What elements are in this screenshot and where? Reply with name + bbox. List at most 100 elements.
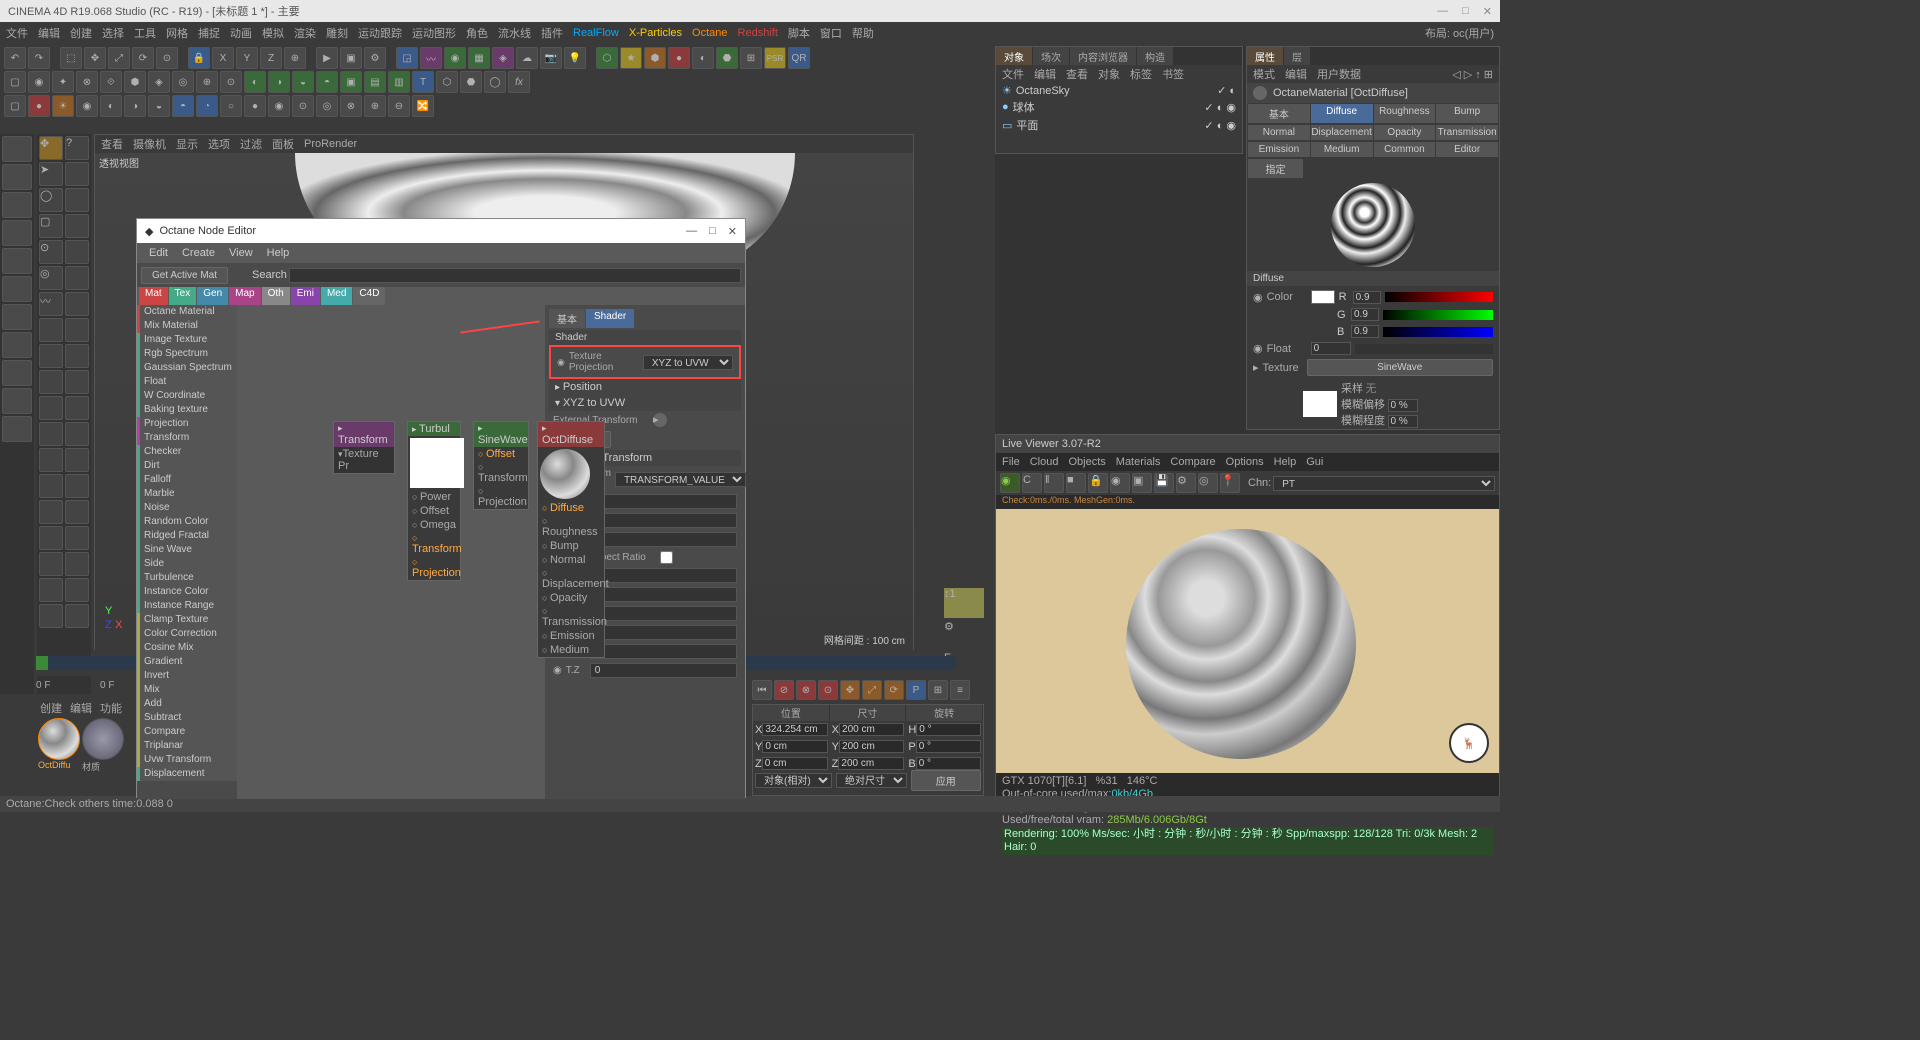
- qr-icon[interactable]: QR: [788, 47, 810, 69]
- node-list-item[interactable]: Dirt: [137, 459, 237, 473]
- undo-icon[interactable]: ↶: [4, 47, 26, 69]
- orow3-icon[interactable]: ◐: [100, 95, 122, 117]
- obj-menu-file[interactable]: 文件: [1002, 66, 1024, 82]
- attr-tab-trans[interactable]: Transmission: [1436, 125, 1498, 140]
- ty-input[interactable]: [590, 644, 737, 659]
- sphere3-icon[interactable]: ◉: [268, 95, 290, 117]
- ne-minimize-icon[interactable]: —: [686, 225, 697, 238]
- record-icon[interactable]: ●: [28, 95, 50, 117]
- lv-menu-compare[interactable]: Compare: [1170, 456, 1215, 468]
- obj-menu-view[interactable]: 查看: [1066, 66, 1088, 82]
- rec-icon[interactable]: ⊘: [774, 680, 794, 700]
- redo-icon[interactable]: ↷: [28, 47, 50, 69]
- node-list-item[interactable]: Float: [137, 375, 237, 389]
- sphere1-icon[interactable]: ○: [220, 95, 242, 117]
- lv-menu-options[interactable]: Options: [1226, 456, 1264, 468]
- layout-label[interactable]: 布局: oc(用户): [1425, 25, 1494, 41]
- node-list-item[interactable]: Checker: [137, 445, 237, 459]
- node-list-item[interactable]: Compare: [137, 725, 237, 739]
- attr-tab-roughness[interactable]: Roughness: [1374, 104, 1436, 123]
- lv-lock-icon[interactable]: 🔒: [1088, 473, 1108, 493]
- render-region-icon[interactable]: ▣: [340, 47, 362, 69]
- move-tool-icon[interactable]: ✥: [39, 136, 63, 160]
- mat-menu-func[interactable]: 功能: [100, 700, 122, 716]
- menu-octane[interactable]: Octane: [692, 27, 727, 39]
- tool1-icon[interactable]: ▢: [4, 71, 26, 93]
- generator-icon[interactable]: ▦: [468, 47, 490, 69]
- node-transform[interactable]: ▸ Transform ▾Texture Pr: [333, 421, 395, 474]
- tool2-icon[interactable]: ◉: [28, 71, 50, 93]
- tool13-icon[interactable]: ◒: [292, 71, 314, 93]
- color-swatch[interactable]: [1311, 290, 1335, 304]
- tool19-icon[interactable]: ⬡: [436, 71, 458, 93]
- sphere2-icon[interactable]: ●: [244, 95, 266, 117]
- node-list-item[interactable]: Uvw Transform: [137, 753, 237, 767]
- pos-y-input[interactable]: [762, 740, 827, 753]
- light-icon[interactable]: 💡: [564, 47, 586, 69]
- ne-menu-create[interactable]: Create: [182, 247, 215, 259]
- rot-b-input[interactable]: [916, 757, 981, 770]
- menu-realflow[interactable]: RealFlow: [573, 27, 619, 39]
- plugin6-icon[interactable]: ⊞: [740, 47, 762, 69]
- texture-mode-icon[interactable]: [2, 164, 32, 190]
- grid7-icon[interactable]: [65, 318, 89, 342]
- lv-stop-icon[interactable]: ■: [1066, 473, 1086, 493]
- menu-help[interactable]: 帮助: [852, 25, 874, 41]
- shader-tab-basic[interactable]: 基本: [549, 309, 585, 328]
- size-z-input[interactable]: [838, 757, 904, 770]
- model-mode-icon[interactable]: [2, 136, 32, 162]
- menu-character[interactable]: 角色: [466, 25, 488, 41]
- lv-menu-gui[interactable]: Gui: [1306, 456, 1323, 468]
- node-tab-mat[interactable]: Mat: [139, 287, 168, 305]
- node-graph-canvas[interactable]: ▸ Transform ▾Texture Pr ▸ Turbul ○ Power…: [237, 305, 545, 799]
- orow7-icon[interactable]: ◔: [196, 95, 218, 117]
- grid1-icon[interactable]: [65, 162, 89, 186]
- ne-menu-help[interactable]: Help: [267, 247, 290, 259]
- grid10-icon[interactable]: [65, 396, 89, 420]
- node-list-item[interactable]: Rgb Spectrum: [137, 347, 237, 361]
- node-editor-titlebar[interactable]: ◆ Octane Node Editor — □ ✕: [137, 219, 745, 243]
- tp3-icon[interactable]: ⟳: [884, 680, 904, 700]
- node-sinewave[interactable]: ▸ SineWave ○ Offset ○ Transform ○ Projec…: [473, 421, 529, 510]
- menu-pipeline[interactable]: 流水线: [498, 25, 531, 41]
- plugin4-icon[interactable]: ◐: [692, 47, 714, 69]
- g12-icon[interactable]: [39, 448, 63, 472]
- orow5-icon[interactable]: ◒: [148, 95, 170, 117]
- tool3-icon[interactable]: ✦: [52, 71, 74, 93]
- psr-icon[interactable]: PSR: [764, 47, 786, 69]
- grid9-icon[interactable]: [65, 370, 89, 394]
- lv-menu-cloud[interactable]: Cloud: [1030, 456, 1059, 468]
- vp-menu-panel[interactable]: 面板: [272, 136, 294, 152]
- attr-tab-normal[interactable]: Normal: [1248, 125, 1310, 140]
- grid13-icon[interactable]: [65, 474, 89, 498]
- g17-icon[interactable]: [39, 578, 63, 602]
- attr-menu-userdata[interactable]: 用户数据: [1317, 66, 1361, 82]
- node-list-item[interactable]: Image Texture: [137, 333, 237, 347]
- deformer-icon[interactable]: ◈: [492, 47, 514, 69]
- object-sphere[interactable]: ●球体✓ ◐ ◉: [996, 98, 1242, 116]
- grid2-icon[interactable]: [65, 188, 89, 212]
- attr-tab-disp[interactable]: Displacement: [1311, 125, 1373, 140]
- node-turbulence[interactable]: ▸ Turbul ○ Power ○ Offset ○ Omega ○ Tran…: [407, 421, 461, 581]
- auto-icon[interactable]: ⊙: [818, 680, 838, 700]
- tool8-icon[interactable]: ◎: [172, 71, 194, 93]
- render-settings-icon[interactable]: ⚙: [364, 47, 386, 69]
- sphere8-icon[interactable]: ⊖: [388, 95, 410, 117]
- rect-select-icon[interactable]: ▢: [39, 214, 63, 238]
- grid18-icon[interactable]: [65, 604, 89, 628]
- lv-pick-icon[interactable]: ◉: [1110, 473, 1130, 493]
- soft-mode-icon[interactable]: [2, 416, 32, 442]
- attr-menu-edit[interactable]: 编辑: [1285, 66, 1307, 82]
- node-list-item[interactable]: Noise: [137, 501, 237, 515]
- node-tab-c4d[interactable]: C4D: [353, 287, 385, 305]
- node-type-list[interactable]: Octane MaterialMix MaterialImage Texture…: [137, 305, 237, 799]
- menu-tools[interactable]: 工具: [134, 25, 156, 41]
- menu-edit[interactable]: 编辑: [38, 25, 60, 41]
- edge-mode-icon[interactable]: [2, 248, 32, 274]
- node-list-item[interactable]: Baking texture: [137, 403, 237, 417]
- z-axis-icon[interactable]: Z: [260, 47, 282, 69]
- tool6-icon[interactable]: ⬢: [124, 71, 146, 93]
- sy-input[interactable]: [590, 587, 737, 602]
- point-mode-icon[interactable]: [2, 220, 32, 246]
- snap-mode-icon[interactable]: [2, 332, 32, 358]
